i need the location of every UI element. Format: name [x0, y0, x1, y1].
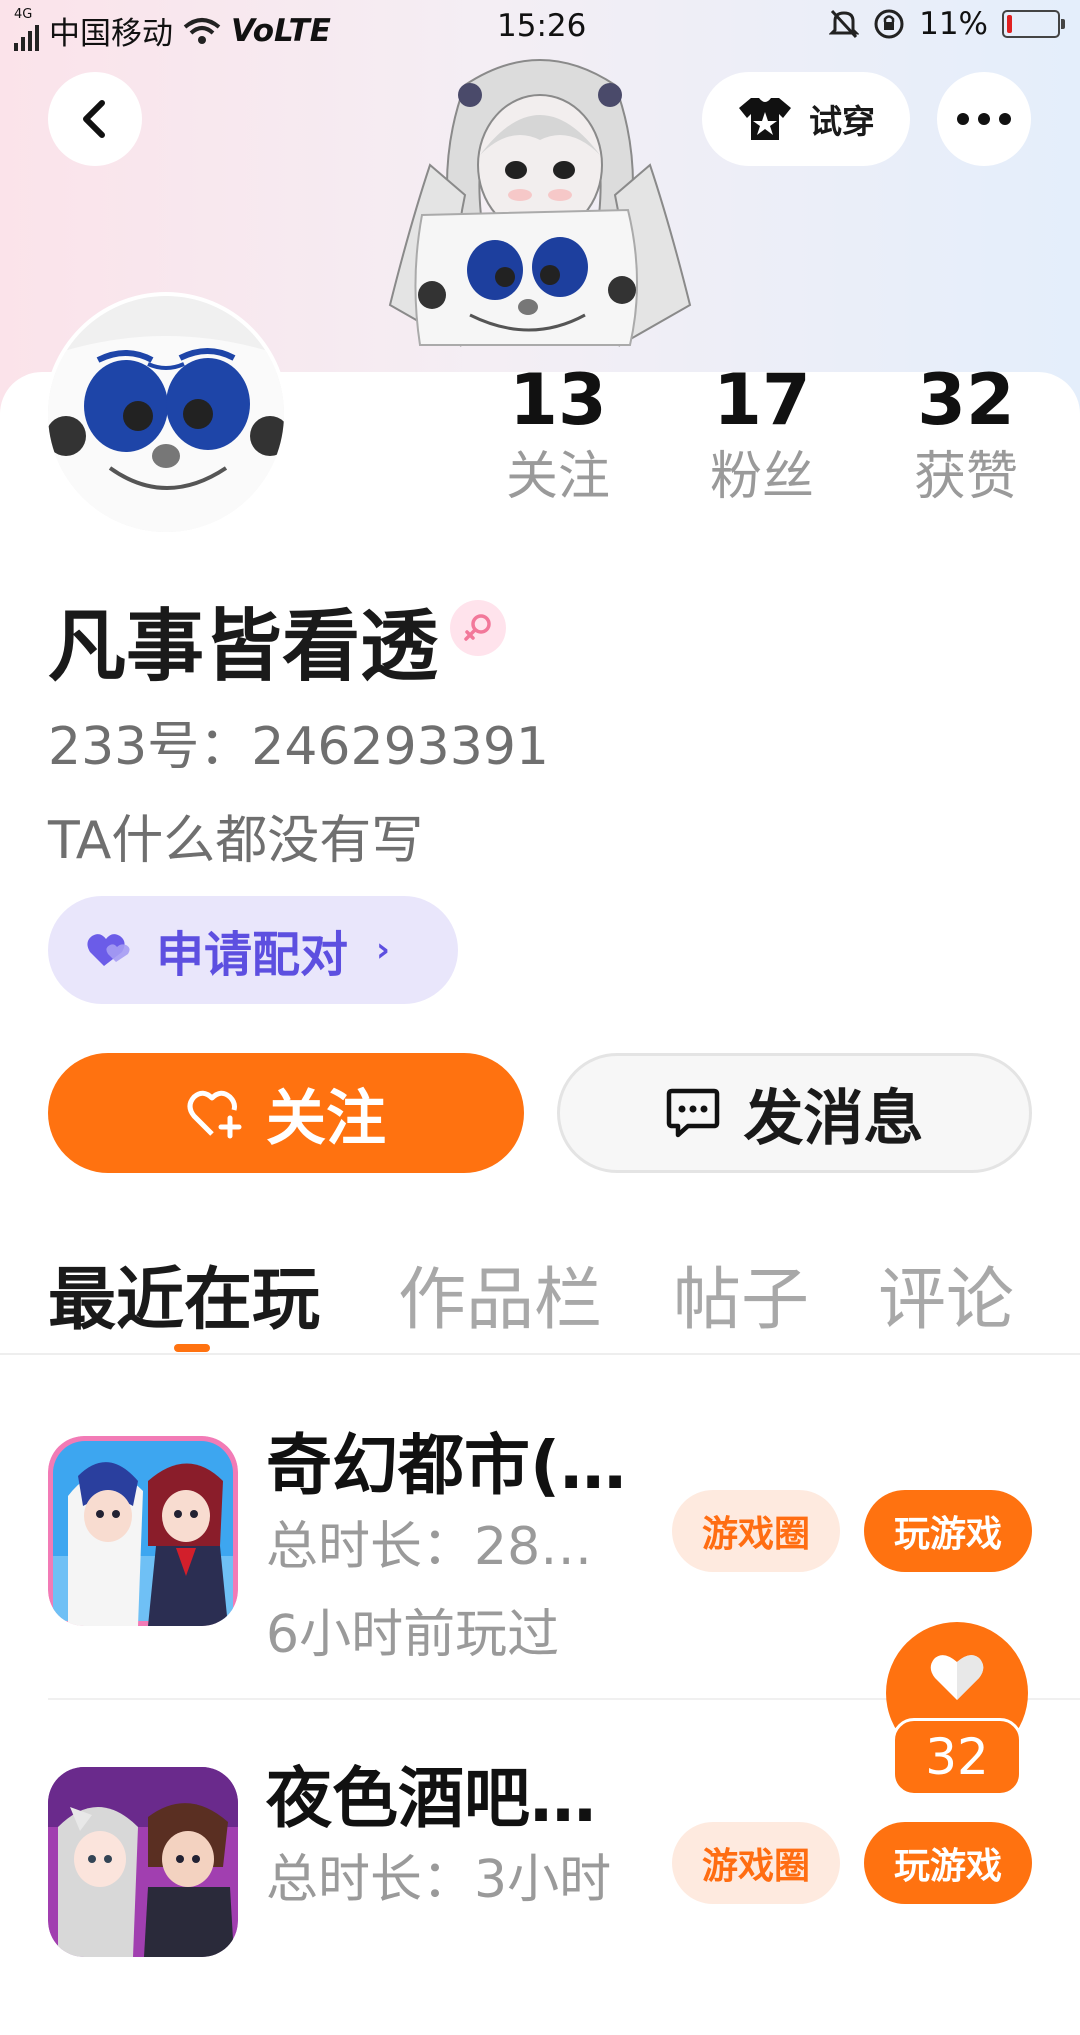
- game-icon-image: [48, 1767, 238, 1957]
- tab-recently-played[interactable]: 最近在玩: [48, 1244, 320, 1343]
- stat-likes[interactable]: 32 获赞: [886, 358, 1046, 512]
- female-icon: [464, 614, 491, 641]
- followers-count: 17: [713, 359, 811, 441]
- try-on-button[interactable]: 试穿: [702, 72, 910, 166]
- game-last-played: 6小时前玩过: [266, 1605, 560, 1665]
- send-message-button[interactable]: 发消息: [557, 1053, 1032, 1173]
- username: 凡事皆看透: [48, 602, 439, 692]
- volte-indicator: VoLTE: [231, 12, 331, 49]
- user-bio: TA什么都没有写: [48, 811, 424, 871]
- wifi-icon: [183, 17, 221, 44]
- send-message-label: 发消息: [743, 1083, 924, 1154]
- stat-following[interactable]: 13 关注: [478, 358, 638, 512]
- tshirt-icon: [739, 98, 791, 140]
- followers-label: 粉丝: [709, 447, 814, 507]
- following-count: 13: [509, 359, 607, 441]
- tab-works[interactable]: 作品栏: [398, 1244, 602, 1343]
- active-tab-indicator: [174, 1344, 210, 1352]
- back-button[interactable]: [48, 72, 142, 166]
- heart-icon: [930, 1655, 984, 1700]
- request-pair-label: 申请配对: [156, 927, 349, 983]
- game-circle-button[interactable]: 游戏圈: [672, 1490, 840, 1572]
- more-button[interactable]: [937, 72, 1031, 166]
- heart-plus-icon: [187, 1090, 242, 1139]
- stat-followers[interactable]: 17 粉丝: [682, 358, 842, 512]
- play-game-button[interactable]: 玩游戏: [864, 1490, 1032, 1572]
- game-total-time: 总时长：28…: [266, 1517, 593, 1577]
- gender-badge: [450, 600, 506, 656]
- chat-bubble-icon: [666, 1088, 719, 1138]
- chevron-right-icon: ›: [376, 930, 391, 970]
- battery-percent: 11%: [919, 6, 988, 42]
- game-icon-image: [48, 1436, 238, 1626]
- avatar-character-image: [388, 59, 692, 347]
- profile-tabs: 最近在玩 作品栏 帖子 评论: [0, 1240, 1080, 1354]
- tabs-divider: [0, 1353, 1080, 1355]
- rotation-lock-icon: [874, 9, 904, 39]
- tab-posts[interactable]: 帖子: [673, 1244, 809, 1343]
- following-label: 关注: [505, 447, 610, 507]
- game-total-time: 总时长：3小时: [266, 1850, 612, 1910]
- chevron-left-icon: [83, 100, 105, 138]
- try-on-label: 试穿: [809, 102, 875, 141]
- mute-bell-icon: [829, 9, 860, 39]
- game-circle-button[interactable]: 游戏圈: [672, 1822, 840, 1904]
- request-pair-button[interactable]: 申请配对 ›: [48, 896, 458, 1004]
- battery-icon: [1002, 10, 1065, 38]
- follow-button[interactable]: 关注: [48, 1053, 524, 1173]
- double-heart-icon: [87, 934, 130, 966]
- likes-label: 获赞: [913, 447, 1018, 507]
- status-time: 15:26: [497, 8, 587, 44]
- like-float-count: 32: [892, 1718, 1022, 1796]
- like-float-button[interactable]: 32: [884, 1622, 1030, 1802]
- signal-icon: 4G: [14, 7, 39, 51]
- user-id[interactable]: 233号：246293391: [48, 704, 549, 779]
- game-title: 夜色酒吧…: [266, 1760, 596, 1837]
- tab-comments[interactable]: 评论: [878, 1244, 1014, 1343]
- profile-stats: 13 关注 17 粉丝 32 获赞: [0, 358, 1080, 528]
- likes-count: 32: [917, 359, 1015, 441]
- play-game-button[interactable]: 玩游戏: [864, 1822, 1032, 1904]
- follow-label: 关注: [266, 1083, 386, 1154]
- network-type: 4G: [14, 6, 33, 22]
- carrier-name: 中国移动: [49, 16, 173, 52]
- more-dots-icon: [957, 113, 1011, 125]
- game-title: 奇幻都市(…: [266, 1427, 627, 1504]
